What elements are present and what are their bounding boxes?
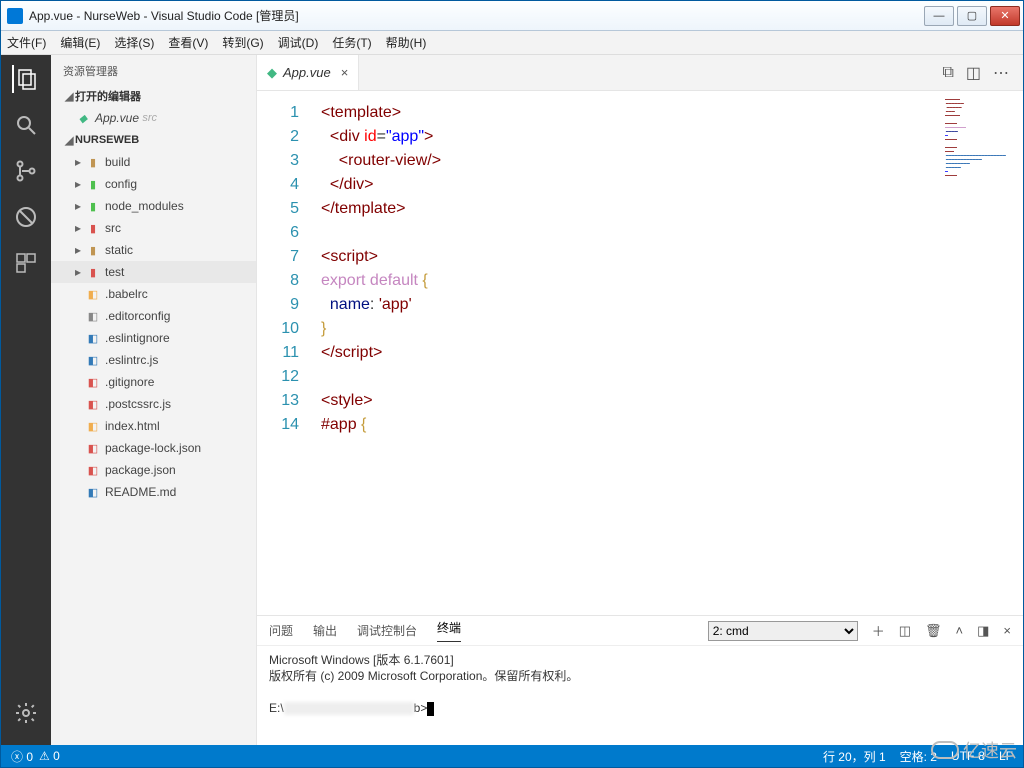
watermark: 亿速云: [931, 737, 1017, 763]
titlebar: App.vue - NurseWeb - Visual Studio Code …: [1, 1, 1023, 31]
compare-icon[interactable]: ⧉: [942, 64, 953, 82]
activity-bar: [1, 55, 51, 745]
file-icon: ◧: [85, 287, 101, 301]
panel-tab-problems[interactable]: 问题: [269, 622, 293, 639]
folder-item[interactable]: ▸▮src: [51, 217, 256, 239]
terminal-cursor: [427, 702, 434, 716]
new-terminal-icon[interactable]: ＋: [872, 621, 885, 640]
file-item[interactable]: ◧.eslintignore: [51, 327, 256, 349]
trash-icon[interactable]: 🗑: [925, 623, 942, 639]
file-item[interactable]: ◧index.html: [51, 415, 256, 437]
file-item[interactable]: ◧README.md: [51, 481, 256, 503]
file-icon: ◧: [85, 375, 101, 389]
tab-label: App.vue: [283, 65, 331, 80]
menu-item[interactable]: 选择(S): [114, 34, 154, 51]
vue-file-icon: ◆: [267, 65, 277, 81]
folder-item[interactable]: ▸▮node_modules: [51, 195, 256, 217]
maximize-panel-icon[interactable]: ◨: [977, 623, 989, 639]
folder-item[interactable]: ▸▮static: [51, 239, 256, 261]
file-icon: ◧: [85, 397, 101, 411]
folder-icon: ▮: [85, 199, 101, 213]
file-item[interactable]: ◧.eslintrc.js: [51, 349, 256, 371]
folder-icon: ▮: [85, 155, 101, 169]
extensions-icon[interactable]: [12, 249, 40, 277]
redacted-path: [284, 702, 414, 715]
status-position[interactable]: 行 20，列 1: [823, 748, 886, 765]
file-icon: ◧: [85, 419, 101, 433]
menu-item[interactable]: 帮助(H): [386, 34, 427, 51]
terminal-selector[interactable]: 2: cmd: [708, 621, 858, 641]
file-item[interactable]: ◧.gitignore: [51, 371, 256, 393]
folder-item[interactable]: ▸▮config: [51, 173, 256, 195]
panel-tab-terminal[interactable]: 终端: [437, 619, 461, 642]
tab-app-vue[interactable]: ◆ App.vue ×: [257, 55, 359, 90]
folder-icon: ▮: [85, 177, 101, 191]
menu-item[interactable]: 编辑(E): [60, 34, 100, 51]
terminal-body[interactable]: Microsoft Windows [版本 6.1.7601] 版权所有 (c)…: [257, 646, 1023, 745]
minimap[interactable]: ▬▬▬▬▬ ▬▬▬▬▬▬ ▬▬▬▬▬ ▬▬▬▬▬▬▬▬ ▬▬▬▬▬▬▬▬▬▬▬ …: [945, 97, 1017, 187]
explorer-icon[interactable]: [12, 65, 40, 93]
explorer-sidebar: 资源管理器 ◢打开的编辑器 ◆ App.vue src ◢NURSEWEB ▸▮…: [51, 55, 257, 745]
status-errors[interactable]: ⓧ 0: [11, 748, 33, 765]
window-title: App.vue - NurseWeb - Visual Studio Code …: [29, 7, 924, 24]
maximize-button[interactable]: ▢: [957, 6, 987, 26]
line-gutter: 1234567891011121314: [257, 91, 311, 615]
settings-gear-icon[interactable]: [12, 699, 40, 727]
close-button[interactable]: ✕: [990, 6, 1020, 26]
chevron-up-icon[interactable]: ˄: [956, 623, 964, 638]
split-editor-icon[interactable]: ◫: [966, 63, 981, 83]
file-icon: ◧: [85, 441, 101, 455]
status-bar: ⓧ 0 ⚠ 0 行 20，列 1 空格: 2 UTF-8 LF: [1, 745, 1023, 767]
file-item[interactable]: ◧.postcssrc.js: [51, 393, 256, 415]
panel-tab-output[interactable]: 输出: [313, 622, 337, 639]
project-header[interactable]: ◢NURSEWEB: [51, 129, 256, 151]
menu-item[interactable]: 任务(T): [332, 34, 371, 51]
file-icon: ◧: [85, 331, 101, 345]
close-panel-icon[interactable]: ×: [1003, 623, 1011, 638]
file-icon: ◧: [85, 309, 101, 323]
file-item[interactable]: ◧.babelrc: [51, 283, 256, 305]
search-icon[interactable]: [12, 111, 40, 139]
more-actions-icon[interactable]: ⋯: [993, 63, 1009, 83]
open-editors-header[interactable]: ◢打开的编辑器: [51, 85, 256, 107]
menu-item[interactable]: 转到(G): [222, 34, 263, 51]
menu-item[interactable]: 文件(F): [7, 34, 46, 51]
tab-close-icon[interactable]: ×: [341, 65, 349, 80]
split-terminal-icon[interactable]: ◫: [899, 623, 911, 639]
folder-icon: ▮: [85, 243, 101, 257]
file-icon: ◧: [85, 463, 101, 477]
bottom-panel: 问题 输出 调试控制台 终端 2: cmd ＋ ◫ 🗑 ˄ ◨ × Micros…: [257, 615, 1023, 745]
folder-item[interactable]: ▸▮build: [51, 151, 256, 173]
file-item[interactable]: ◧package-lock.json: [51, 437, 256, 459]
menu-item[interactable]: 查看(V): [168, 34, 208, 51]
code-area[interactable]: <template> <div id="app"> <router-view/>…: [311, 91, 1023, 615]
app-icon: [7, 8, 23, 24]
code-editor[interactable]: 1234567891011121314 <template> <div id="…: [257, 91, 1023, 615]
source-control-icon[interactable]: [12, 157, 40, 185]
minimize-button[interactable]: —: [924, 6, 954, 26]
explorer-title: 资源管理器: [51, 55, 256, 85]
panel-tab-debug-console[interactable]: 调试控制台: [357, 622, 417, 639]
menu-item[interactable]: 调试(D): [278, 34, 319, 51]
menubar: 文件(F) 编辑(E) 选择(S) 查看(V) 转到(G) 调试(D) 任务(T) 帮助(H): [1, 31, 1023, 55]
folder-icon: ▮: [85, 221, 101, 235]
file-item[interactable]: ◧.editorconfig: [51, 305, 256, 327]
open-editor-item[interactable]: ◆ App.vue src: [51, 107, 256, 129]
file-icon: ◧: [85, 353, 101, 367]
status-warnings[interactable]: ⚠ 0: [39, 749, 60, 763]
debug-icon[interactable]: [12, 203, 40, 231]
folder-icon: ▮: [85, 265, 101, 279]
file-icon: ◧: [85, 485, 101, 499]
editor-tabs: ◆ App.vue × ⧉ ◫ ⋯: [257, 55, 1023, 91]
folder-item[interactable]: ▸▮test: [51, 261, 256, 283]
file-item[interactable]: ◧package.json: [51, 459, 256, 481]
